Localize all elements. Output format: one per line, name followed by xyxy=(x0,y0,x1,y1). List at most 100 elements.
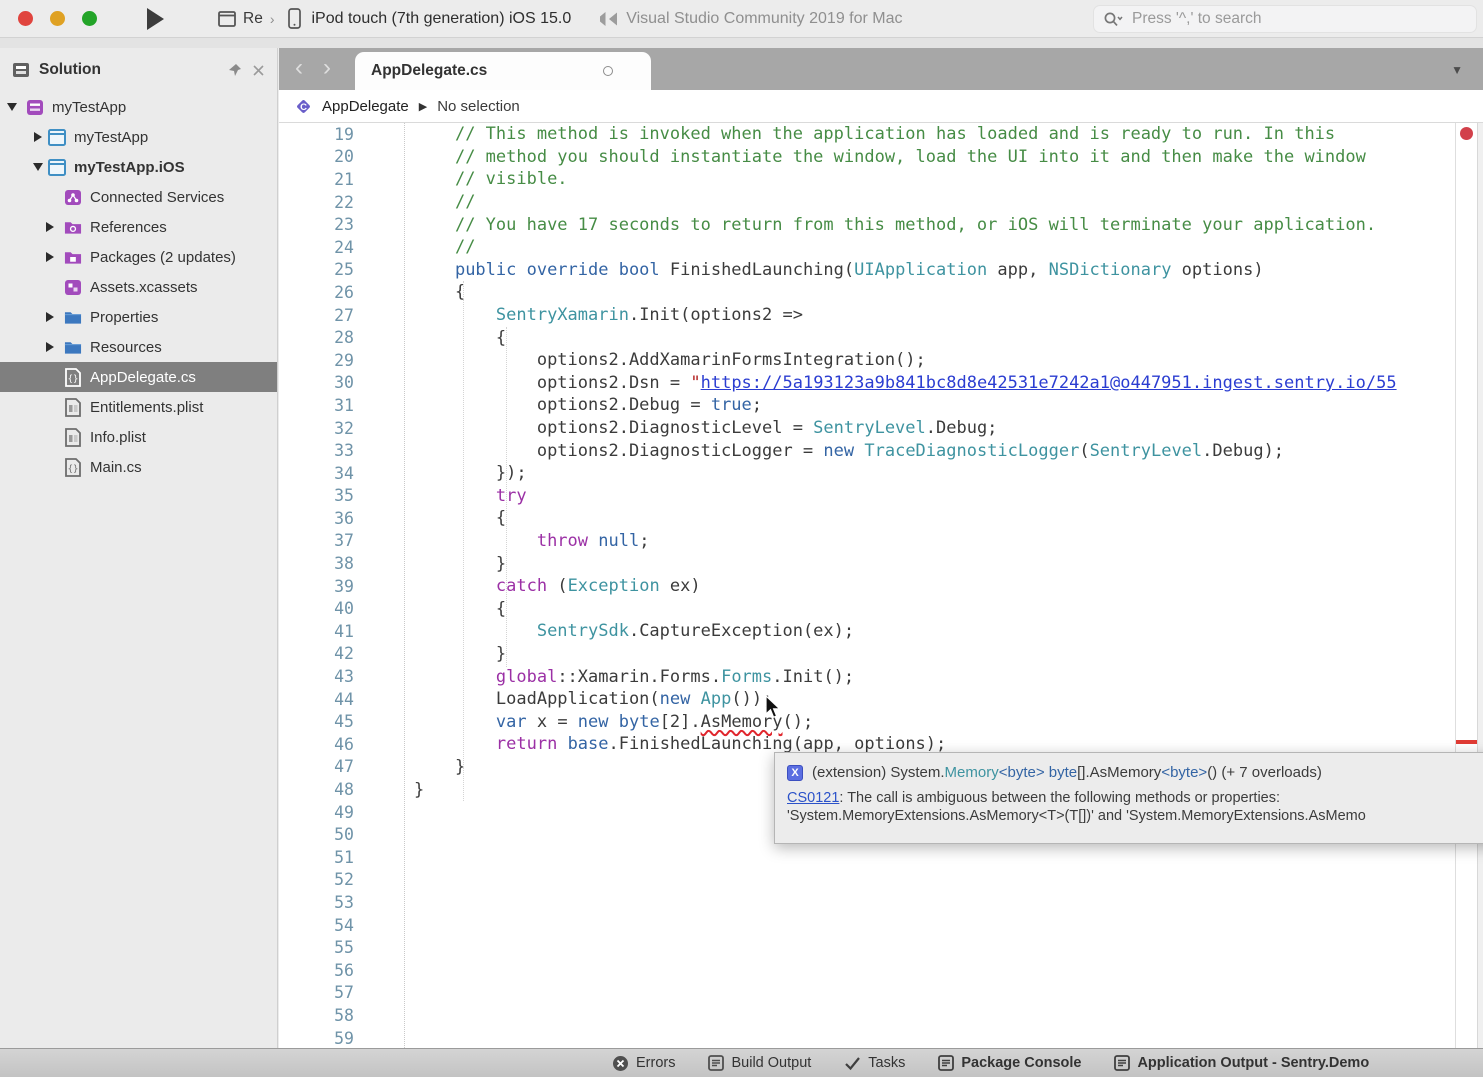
code-line-38[interactable]: 38 } xyxy=(279,552,1483,575)
line-number[interactable]: 40 xyxy=(279,599,404,618)
code-line-32[interactable]: 32 options2.DiagnosticLevel = SentryLeve… xyxy=(279,417,1483,440)
close-window-button[interactable] xyxy=(18,11,33,26)
code-line-56[interactable]: 56 xyxy=(279,959,1483,982)
pin-pad-icon[interactable] xyxy=(228,63,242,77)
line-number[interactable]: 24 xyxy=(279,238,404,257)
pad-button-application-output-sentry-demo[interactable]: Application Output - Sentry.Demo xyxy=(1114,1055,1369,1071)
line-number[interactable]: 33 xyxy=(279,441,404,460)
code-line-23[interactable]: 23 // You have 17 seconds to return from… xyxy=(279,213,1483,236)
tree-item-info-plist[interactable]: Info.plist xyxy=(0,422,277,452)
line-number[interactable]: 28 xyxy=(279,328,404,347)
code-line-39[interactable]: 39 catch (Exception ex) xyxy=(279,575,1483,598)
line-number[interactable]: 38 xyxy=(279,554,404,573)
line-number[interactable]: 44 xyxy=(279,690,404,709)
code-line-51[interactable]: 51 xyxy=(279,846,1483,869)
line-number[interactable]: 45 xyxy=(279,712,404,731)
line-number[interactable]: 55 xyxy=(279,938,404,957)
code-line-29[interactable]: 29 options2.AddXamarinFormsIntegration()… xyxy=(279,349,1483,372)
tree-item-mytestapp-ios[interactable]: myTestApp.iOS xyxy=(0,152,277,182)
code-line-30[interactable]: 30 options2.Dsn = "https://5a193123a9b84… xyxy=(279,372,1483,395)
pad-button-build-output[interactable]: Build Output xyxy=(708,1055,811,1071)
code-line-59[interactable]: 59 xyxy=(279,1027,1483,1048)
expander-arrow-right-icon[interactable] xyxy=(44,251,56,263)
line-number[interactable]: 53 xyxy=(279,893,404,912)
tree-item-resources[interactable]: Resources xyxy=(0,332,277,362)
code-line-53[interactable]: 53 xyxy=(279,891,1483,914)
tree-item-main-cs[interactable]: {}Main.cs xyxy=(0,452,277,482)
code-line-22[interactable]: 22 // xyxy=(279,191,1483,214)
code-line-25[interactable]: 25 public override bool FinishedLaunchin… xyxy=(279,259,1483,282)
tree-item-assets-xcassets[interactable]: Assets.xcassets xyxy=(0,272,277,302)
tree-item-properties[interactable]: Properties xyxy=(0,302,277,332)
line-number[interactable]: 51 xyxy=(279,848,404,867)
run-button[interactable] xyxy=(142,6,168,32)
code-line-35[interactable]: 35 try xyxy=(279,485,1483,508)
editor-scrollbar[interactable] xyxy=(1455,123,1477,1048)
maximize-window-button[interactable] xyxy=(82,11,97,26)
line-number[interactable]: 46 xyxy=(279,735,404,754)
tree-item-mytestapp[interactable]: myTestApp xyxy=(0,122,277,152)
line-number[interactable]: 47 xyxy=(279,757,404,776)
code-line-44[interactable]: 44 LoadApplication(new App()); xyxy=(279,688,1483,711)
pad-button-errors[interactable]: Errors xyxy=(612,1055,675,1072)
tree-item-entitlements-plist[interactable]: Entitlements.plist xyxy=(0,392,277,422)
expander-arrow-right-icon[interactable] xyxy=(44,341,56,353)
minimize-window-button[interactable] xyxy=(50,11,65,26)
line-number[interactable]: 27 xyxy=(279,306,404,325)
code-line-54[interactable]: 54 xyxy=(279,914,1483,937)
line-number[interactable]: 49 xyxy=(279,803,404,822)
line-number[interactable]: 29 xyxy=(279,351,404,370)
code-line-37[interactable]: 37 throw null; xyxy=(279,530,1483,553)
line-number[interactable]: 25 xyxy=(279,260,404,279)
tab-list-dropdown[interactable]: ▼ xyxy=(1451,63,1463,77)
breadcrumb-selection[interactable]: No selection xyxy=(437,98,520,115)
code-editor[interactable]: 19 // This method is invoked when the ap… xyxy=(279,123,1483,1048)
pad-button-tasks[interactable]: Tasks xyxy=(844,1055,905,1071)
tree-item-references[interactable]: References xyxy=(0,212,277,242)
code-line-36[interactable]: 36 { xyxy=(279,507,1483,530)
line-number[interactable]: 23 xyxy=(279,215,404,234)
line-number[interactable]: 21 xyxy=(279,170,404,189)
code-line-58[interactable]: 58 xyxy=(279,1004,1483,1027)
code-line-42[interactable]: 42 } xyxy=(279,643,1483,666)
expander-arrow-down-icon[interactable] xyxy=(32,161,44,173)
code-line-34[interactable]: 34 }); xyxy=(279,462,1483,485)
expander-arrow-right-icon[interactable] xyxy=(44,221,56,233)
code-line-21[interactable]: 21 // visible. xyxy=(279,168,1483,191)
expander-arrow-right-icon[interactable] xyxy=(32,131,44,143)
line-number[interactable]: 34 xyxy=(279,464,404,483)
line-number[interactable]: 37 xyxy=(279,531,404,550)
navigate-forward-button[interactable]: › xyxy=(315,52,339,84)
line-number[interactable]: 58 xyxy=(279,1006,404,1025)
navigate-back-button[interactable]: ‹ xyxy=(287,52,311,84)
line-number[interactable]: 32 xyxy=(279,419,404,438)
code-line-41[interactable]: 41 SentrySdk.CaptureException(ex); xyxy=(279,620,1483,643)
pad-button-package-console[interactable]: Package Console xyxy=(938,1055,1081,1071)
line-number[interactable]: 50 xyxy=(279,825,404,844)
line-number[interactable]: 42 xyxy=(279,644,404,663)
line-number[interactable]: 30 xyxy=(279,373,404,392)
tree-item-appdelegate-cs[interactable]: {}AppDelegate.cs xyxy=(0,362,277,392)
code-line-20[interactable]: 20 // method you should instantiate the … xyxy=(279,146,1483,169)
code-line-40[interactable]: 40 { xyxy=(279,597,1483,620)
error-code-link[interactable]: CS0121 xyxy=(787,790,839,806)
line-number[interactable]: 41 xyxy=(279,622,404,641)
line-number[interactable]: 20 xyxy=(279,147,404,166)
line-number[interactable]: 26 xyxy=(279,283,404,302)
line-number[interactable]: 22 xyxy=(279,193,404,212)
code-line-52[interactable]: 52 xyxy=(279,869,1483,892)
code-line-43[interactable]: 43 global::Xamarin.Forms.Forms.Init(); xyxy=(279,665,1483,688)
tab-appdelegate[interactable]: AppDelegate.cs xyxy=(355,52,651,90)
line-number[interactable]: 52 xyxy=(279,870,404,889)
line-number[interactable]: 19 xyxy=(279,125,404,144)
code-line-55[interactable]: 55 xyxy=(279,936,1483,959)
run-configuration-selector[interactable]: Re › iPod touch (7th generation) iOS 15.… xyxy=(218,8,571,29)
line-number[interactable]: 31 xyxy=(279,396,404,415)
close-pad-icon[interactable] xyxy=(252,64,265,77)
code-line-33[interactable]: 33 options2.DiagnosticLogger = new Trace… xyxy=(279,439,1483,462)
code-line-19[interactable]: 19 // This method is invoked when the ap… xyxy=(279,123,1483,146)
line-number[interactable]: 54 xyxy=(279,916,404,935)
expander-arrow-down-icon[interactable] xyxy=(6,101,18,113)
code-line-45[interactable]: 45 var x = new byte[2].AsMemory(); xyxy=(279,710,1483,733)
tree-item-packages-2-updates-[interactable]: Packages (2 updates) xyxy=(0,242,277,272)
